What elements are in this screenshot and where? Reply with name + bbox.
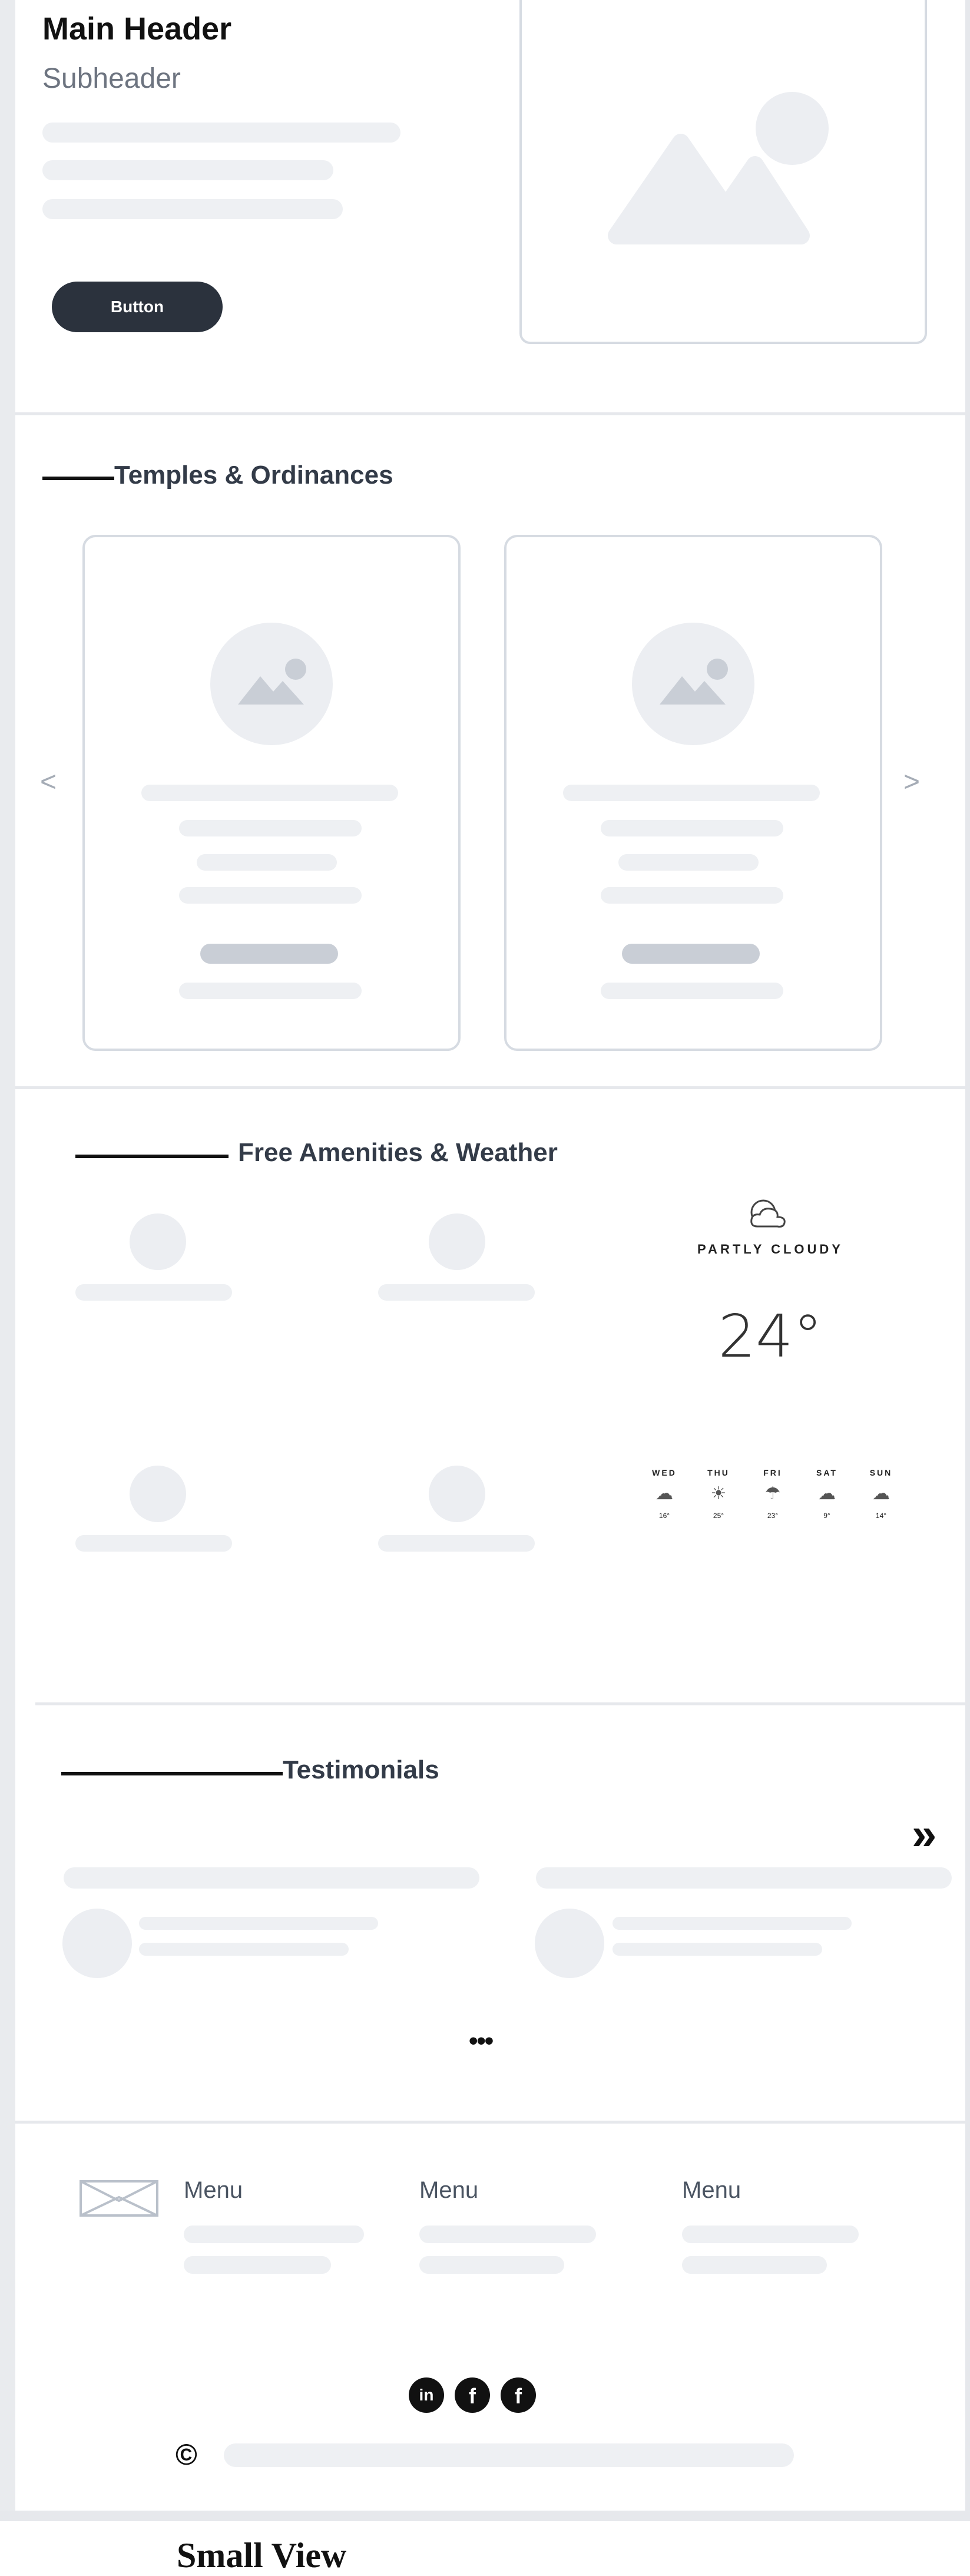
footer-menu-label[interactable]: Menu — [184, 2177, 243, 2204]
image-icon — [210, 623, 333, 745]
footer-menu-line — [184, 2226, 364, 2243]
footer-menu-line — [184, 2256, 331, 2274]
forecast-day: SAT — [816, 1468, 837, 1477]
forecast-weather-icon: ☂ — [764, 1484, 781, 1503]
testimonial-quote-line — [536, 1867, 952, 1889]
card-text-line — [179, 887, 362, 904]
linkedin-icon[interactable]: in — [409, 2377, 444, 2413]
page-frame-bottom — [0, 2511, 970, 2521]
card-text-line — [179, 820, 362, 836]
card-text-line — [197, 854, 337, 871]
forecast-day: THU — [707, 1468, 730, 1477]
forecast-weather-icon: ☁ — [872, 1484, 890, 1503]
image-icon — [632, 623, 754, 745]
forecast-weather-icon: ☀ — [710, 1484, 727, 1503]
footer-menu-line — [419, 2256, 564, 2274]
carousel-next[interactable]: > — [903, 766, 920, 798]
forecast-day: FRI — [763, 1468, 782, 1477]
testimonials-title: Testimonials — [283, 1755, 439, 1784]
footer-menu-line — [682, 2226, 859, 2243]
section-title-rule — [42, 477, 114, 480]
hero-text-line — [42, 123, 400, 143]
forecast-temp: 16° — [658, 1512, 670, 1520]
testimonial-role-line — [139, 1943, 349, 1956]
testimonials-next[interactable]: » — [912, 1808, 936, 1860]
testimonial-avatar — [62, 1909, 132, 1978]
amenity-label — [75, 1284, 232, 1301]
hero-image-placeholder — [519, 0, 927, 344]
amenity-label — [378, 1284, 535, 1301]
card-button-placeholder[interactable] — [622, 944, 760, 964]
card-button-placeholder[interactable] — [200, 944, 338, 964]
temple-card[interactable] — [504, 535, 882, 1051]
weather-temperature: 24° — [718, 1302, 823, 1371]
section-divider — [15, 412, 965, 415]
testimonial-quote-line — [64, 1867, 479, 1889]
amenity-icon-placeholder — [130, 1466, 186, 1522]
card-text-line — [601, 887, 783, 904]
copyright-text-line — [224, 2443, 794, 2467]
amenities-title: Free Amenities & Weather — [238, 1138, 558, 1167]
left-edge — [0, 0, 15, 2521]
testimonial-role-line — [613, 1943, 822, 1956]
card-text-line — [601, 983, 783, 999]
testimonial-name-line — [139, 1917, 378, 1930]
carousel-prev[interactable]: < — [40, 766, 57, 798]
partly-cloudy-icon — [750, 1199, 786, 1228]
footer-menu-label[interactable]: Menu — [419, 2177, 478, 2204]
mail-icon — [80, 2180, 158, 2217]
temples-title: Temples & Ordinances — [114, 461, 393, 490]
temple-card[interactable] — [82, 535, 461, 1051]
amenity-icon-placeholder — [429, 1213, 485, 1270]
testimonial-avatar — [535, 1909, 604, 1978]
amenity-label — [378, 1535, 535, 1552]
testimonial-name-line — [613, 1917, 852, 1930]
amenity-icon-placeholder — [429, 1466, 485, 1522]
copyright-icon: © — [176, 2438, 197, 2471]
hero-text-line — [42, 199, 343, 219]
card-text-line — [563, 785, 820, 801]
forecast-temp: 14° — [875, 1512, 887, 1520]
testimonials-pagination[interactable]: ••• — [469, 2026, 494, 2056]
section-divider — [15, 1086, 965, 1089]
footer-menu-line — [419, 2226, 596, 2243]
section-divider — [35, 1702, 965, 1705]
amenity-icon-placeholder — [130, 1213, 186, 1270]
hero-text-line — [42, 160, 333, 180]
forecast-weather-icon: ☁ — [656, 1484, 673, 1503]
hero-subtitle: Subheader — [42, 63, 181, 94]
facebook-icon[interactable]: f — [501, 2377, 536, 2413]
caption: Small View — [177, 2536, 347, 2575]
forecast-temp: 25° — [713, 1512, 724, 1520]
footer-menu-label[interactable]: Menu — [682, 2177, 741, 2204]
forecast-temp: 23° — [767, 1512, 779, 1520]
footer-menu-line — [682, 2256, 827, 2274]
weather-condition: PARTLY CLOUDY — [697, 1242, 843, 1256]
hero-button[interactable]: Button — [52, 282, 223, 332]
section-title-rule — [61, 1772, 283, 1775]
amenity-label — [75, 1535, 232, 1552]
facebook-icon[interactable]: f — [455, 2377, 490, 2413]
hero-title: Main Header — [42, 11, 232, 47]
forecast-temp: 9° — [823, 1512, 830, 1520]
forecast-day: WED — [652, 1468, 677, 1477]
section-divider — [15, 2121, 965, 2124]
section-title-rule — [75, 1155, 229, 1158]
card-text-line — [179, 983, 362, 999]
forecast-day: SUN — [869, 1468, 893, 1477]
card-text-line — [618, 854, 759, 871]
forecast-weather-icon: ☁ — [818, 1484, 836, 1503]
card-text-line — [601, 820, 783, 836]
image-icon — [608, 92, 829, 244]
card-text-line — [141, 785, 398, 801]
